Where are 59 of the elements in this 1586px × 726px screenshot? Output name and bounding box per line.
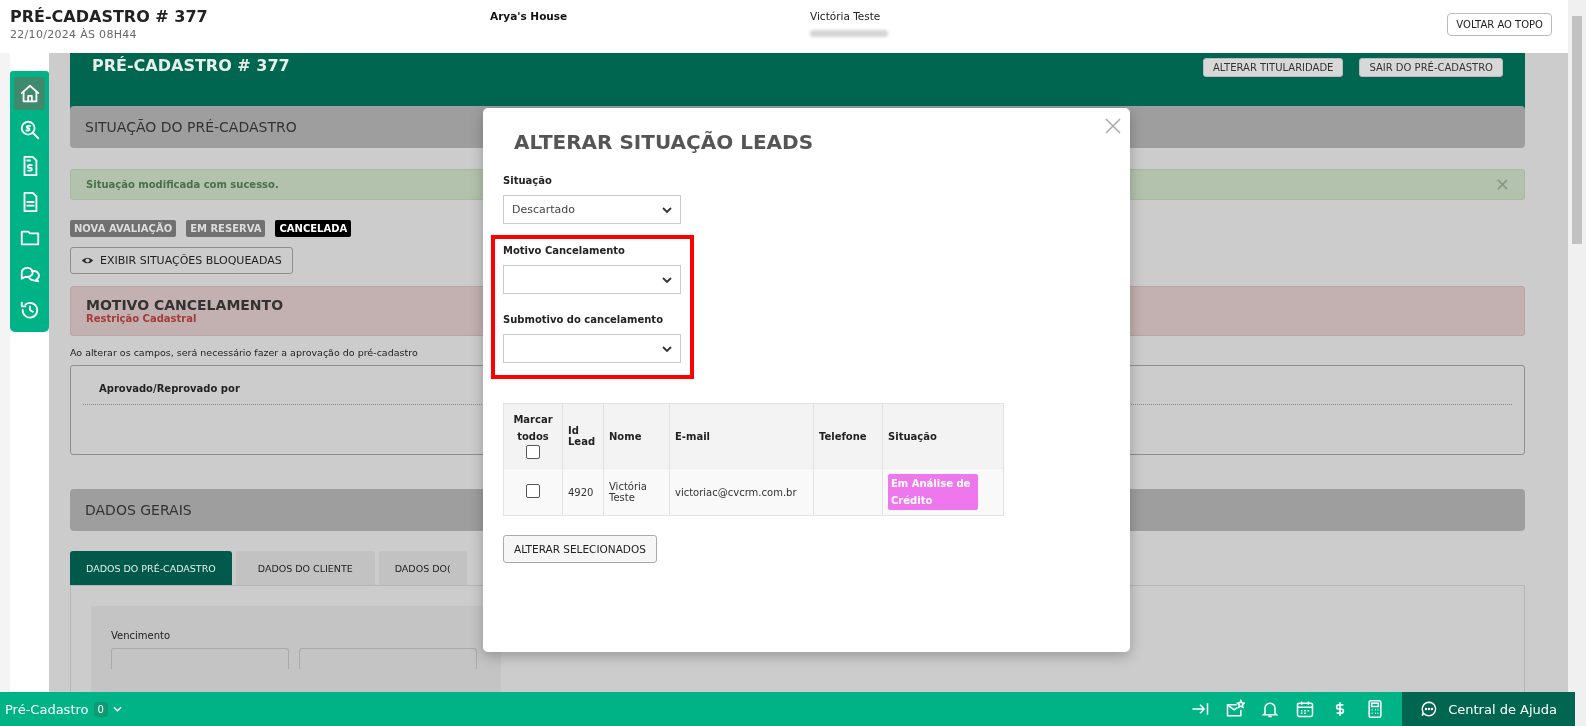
note-text: Ao alterar os campos, será necessário fazer a aprovação do pré-cadastro — [70, 346, 418, 358]
field-label: Vencimento — [111, 630, 171, 641]
table-cell: victoriac@cvcrm.com.br — [675, 486, 797, 498]
project-name: Arya's House — [490, 9, 569, 22]
status-tag[interactable]: EM RESERVA — [186, 220, 266, 238]
change-selected-button[interactable]: ALTERAR SELECIONADOS — [503, 535, 657, 563]
client-name: Victória Teste — [810, 10, 881, 22]
count-badge: 0 — [93, 701, 108, 717]
column-header: Marcar todos — [512, 413, 554, 444]
show-blocked-button[interactable]: EXIBIR SITUAÇÕES BLOQUEADAS — [70, 247, 293, 275]
caret-icon[interactable] — [112, 706, 122, 712]
home-icon[interactable] — [14, 77, 45, 110]
field-label: Situação — [503, 175, 552, 186]
back-to-top-button[interactable]: VOLTAR AO TOPO — [1447, 13, 1552, 36]
field-label: Motivo Cancelamento — [503, 245, 625, 256]
select-all-checkbox[interactable] — [526, 445, 540, 459]
table-cell: 4920 — [568, 486, 594, 498]
status-label: Em Análise de Crédito — [888, 474, 978, 510]
table-cell: Victória Teste — [609, 481, 647, 503]
column-header: Id Lead — [568, 425, 596, 447]
chat-icon — [1420, 700, 1439, 718]
chevron-icon — [662, 276, 672, 283]
page-title: PRÉ-CADASTRO # 377 — [10, 7, 208, 26]
banner-button[interactable]: SAIR DO PRÉ-CADASTRO — [1359, 58, 1503, 77]
status-tag[interactable]: CANCELADA — [275, 220, 352, 238]
chevron-icon — [662, 345, 672, 352]
banner-button[interactable]: ALTERAR TITULARIDADE — [1203, 58, 1344, 77]
help-button[interactable]: Central de Ajuda — [1402, 692, 1575, 726]
input-field[interactable] — [111, 648, 289, 669]
calendar-icon[interactable] — [1295, 699, 1316, 719]
input-field[interactable] — [299, 648, 477, 669]
field-label: Submotivo do cancelamento — [503, 314, 663, 325]
reason-title: MOTIVO CANCELAMENTO — [86, 297, 284, 314]
scrollbar[interactable] — [1568, 0, 1586, 726]
select-field[interactable] — [503, 265, 681, 294]
select-field[interactable] — [503, 334, 681, 363]
tab[interactable]: DADOS DO( — [378, 551, 467, 585]
status-tag[interactable]: NOVA AVALIAÇÃO — [70, 220, 177, 238]
chevron-icon — [662, 206, 672, 213]
column-header: Situação — [888, 430, 937, 442]
banner-title: PRÉ-CADASTRO # 377 — [92, 55, 290, 75]
column-header: Telefone — [819, 430, 867, 442]
tab[interactable]: DADOS DO CLIENTE — [235, 551, 375, 585]
reason-value: Restrição Cadastral — [86, 313, 197, 325]
row-checkbox[interactable] — [526, 484, 540, 498]
column-header: E-mail — [675, 430, 710, 442]
section-title: SITUAÇÃO DO PRÉ-CADASTRO — [85, 118, 297, 135]
date-text: 22/10/2024 ÀS 08H44 — [10, 28, 137, 41]
modal-title: ALTERAR SITUAÇÃO LEADS — [514, 130, 814, 154]
alert-message: Situação modificada com sucesso. — [86, 179, 279, 191]
column-header: Nome — [609, 430, 642, 442]
column-header: Aprovado/Reprovado por — [98, 382, 240, 394]
bell-icon[interactable] — [1260, 699, 1281, 719]
close-icon[interactable] — [1105, 118, 1121, 134]
section-title: DADOS GERAIS — [85, 502, 192, 519]
close-icon[interactable] — [1497, 179, 1508, 191]
mail-star-icon[interactable] — [1225, 699, 1246, 719]
select-field[interactable]: Descartado — [503, 195, 681, 224]
tab[interactable]: DADOS DO PRÉ-CADASTRO — [70, 551, 232, 585]
